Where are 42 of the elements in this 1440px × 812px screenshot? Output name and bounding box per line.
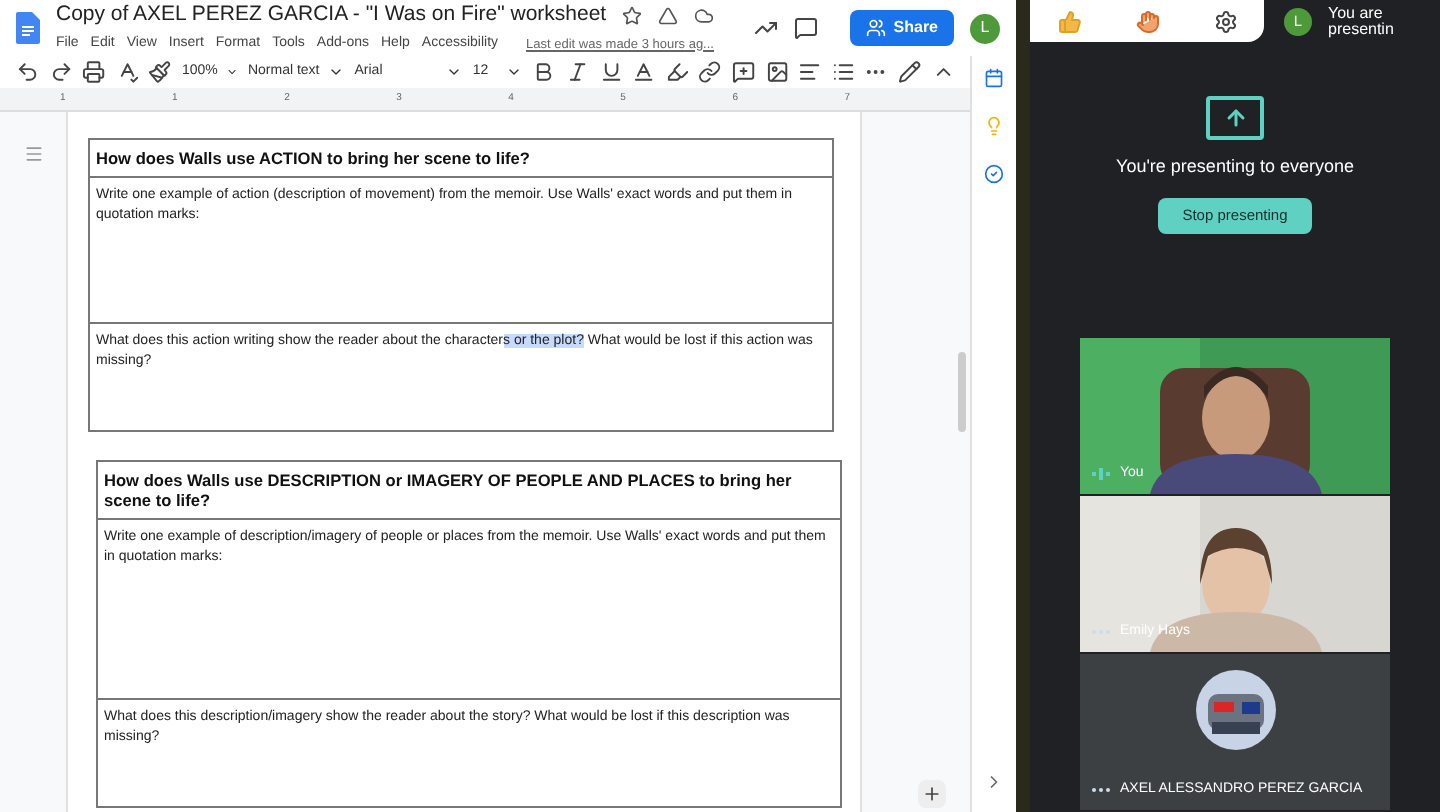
calendar-icon[interactable] (984, 68, 1004, 88)
text-color-icon[interactable] (632, 60, 656, 84)
caret-icon (225, 64, 238, 80)
presenting-message: You're presenting to everyone (1116, 154, 1354, 180)
people-icon (865, 18, 886, 38)
document-icon[interactable] (16, 12, 40, 44)
print-icon[interactable] (82, 60, 106, 84)
user-avatar[interactable]: L (970, 13, 1000, 43)
paint-format-icon[interactable] (148, 60, 172, 84)
drive-icon[interactable] (658, 6, 679, 27)
share-button[interactable]: Share (849, 10, 954, 46)
presenting-status: You are presentin (1328, 5, 1396, 37)
activity-icon[interactable] (753, 16, 778, 40)
underline-icon[interactable] (599, 60, 623, 84)
caret-icon (328, 64, 345, 80)
highlighter-icon[interactable] (665, 60, 689, 84)
link-icon[interactable] (698, 60, 722, 84)
caret-icon (506, 64, 523, 80)
pencil-icon[interactable] (897, 60, 922, 84)
document-title[interactable]: Copy of AXEL PEREZ GARCIA - "I Was on Fire" worksheet (56, 0, 607, 33)
caret-icon (446, 64, 463, 80)
scrollbar[interactable] (958, 352, 966, 432)
settings-icon[interactable] (1213, 9, 1237, 33)
thumbs-up-icon[interactable] (1057, 9, 1081, 33)
redo-icon[interactable] (49, 60, 73, 84)
table-heading: How does Walls use ACTION to bring her scene to life? (90, 140, 832, 178)
tasks-icon[interactable] (984, 164, 1004, 184)
raised-hand-icon[interactable] (1135, 9, 1159, 33)
star-icon[interactable] (622, 6, 643, 27)
present-screen-icon (1206, 96, 1264, 140)
undo-icon[interactable] (16, 60, 40, 84)
cloud-icon[interactable] (694, 6, 715, 27)
bold-icon[interactable] (532, 60, 557, 84)
comments-icon[interactable] (793, 16, 818, 40)
outline-icon[interactable] (23, 144, 43, 164)
table-heading: How does Walls use DESCRIPTION or IMAGERY OF PEOPLE AND PLACES to bring her scene to life? (98, 462, 840, 520)
add-comment-icon[interactable] (731, 60, 756, 84)
image-icon[interactable] (765, 60, 789, 84)
add-icon[interactable] (922, 784, 942, 804)
spellcheck-icon[interactable] (115, 60, 139, 84)
align-icon[interactable] (798, 60, 822, 84)
italic-icon[interactable] (566, 60, 590, 84)
